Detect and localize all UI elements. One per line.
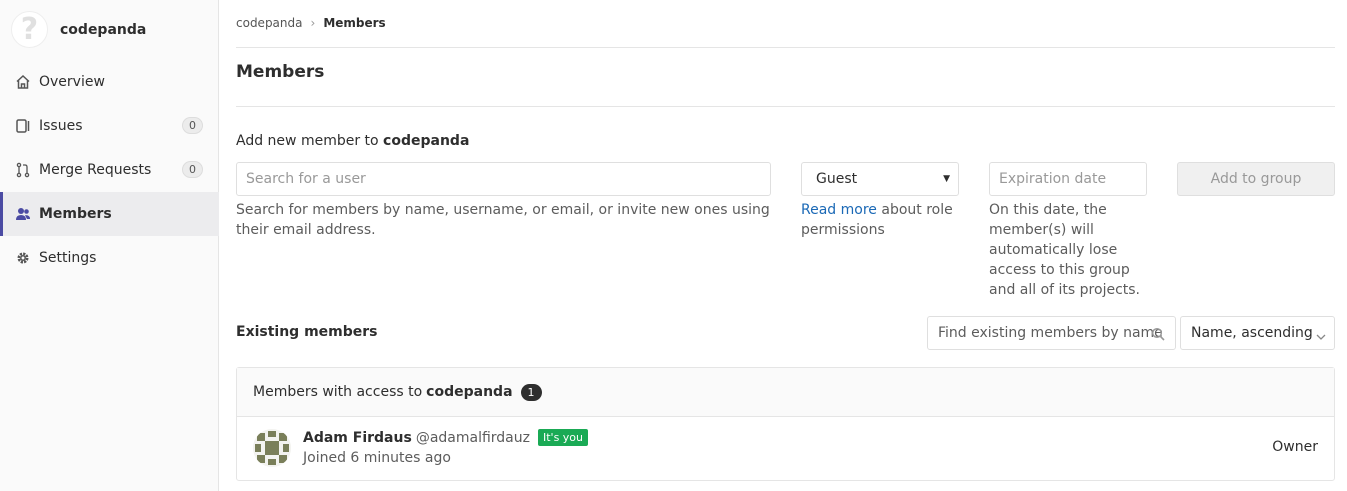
sidebar: ? codepanda Overview Issues 0 Merge Requ…	[0, 0, 219, 491]
avatar[interactable]	[253, 429, 291, 467]
existing-members-search-placeholder: Find existing members by name	[938, 325, 1163, 341]
member-username: @adamalfirdauz	[415, 429, 530, 446]
sidebar-item-members[interactable]: Members	[0, 192, 219, 236]
breadcrumb: codepanda › Members	[236, 16, 386, 30]
member-row: Adam Firdaus @adamalfirdauz It's you Joi…	[237, 417, 1334, 480]
sort-select[interactable]: Name, ascending	[1180, 316, 1335, 350]
breadcrumb-group-link[interactable]: codepanda	[236, 16, 303, 30]
members-panel-prefix: Members with access to	[253, 384, 423, 400]
member-name-line: Adam Firdaus @adamalfirdauz It's you	[303, 429, 589, 446]
sidebar-item-issues[interactable]: Issues 0	[0, 104, 219, 148]
group-header[interactable]: ? codepanda	[11, 11, 146, 48]
add-member-heading-group: codepanda	[383, 133, 470, 149]
add-member-heading-prefix: Add new member to	[236, 133, 379, 149]
add-member-heading: Add new member to codepanda	[236, 133, 469, 149]
its-you-badge: It's you	[537, 429, 589, 446]
divider	[236, 47, 1335, 48]
issues-count-badge: 0	[182, 117, 203, 134]
sidebar-item-label: Settings	[39, 250, 97, 266]
sidebar-item-label: Merge Requests	[39, 162, 152, 178]
merge-request-icon	[15, 162, 31, 178]
sidebar-item-label: Issues	[39, 118, 83, 134]
user-search-help: Search for members by name, username, or…	[236, 202, 770, 238]
gear-icon	[15, 250, 31, 266]
member-name[interactable]: Adam Firdaus	[303, 430, 412, 446]
home-icon	[15, 74, 31, 90]
sidebar-item-label: Members	[39, 206, 112, 222]
sidebar-item-overview[interactable]: Overview	[0, 60, 219, 104]
role-help: Read more about role permissions	[801, 200, 961, 240]
members-panel-group: codepanda	[426, 384, 513, 400]
group-avatar: ?	[11, 11, 48, 48]
merge-requests-count-badge: 0	[182, 161, 203, 178]
read-more-link[interactable]: Read more	[801, 202, 877, 218]
expiration-help: On this date, the member(s) will automat…	[989, 202, 1140, 298]
group-name[interactable]: codepanda	[60, 22, 146, 38]
user-search-input[interactable]: Search for a user	[236, 162, 771, 196]
chevron-right-icon: ›	[310, 16, 316, 30]
divider	[236, 106, 1335, 107]
expiration-date-input[interactable]: Expiration date	[989, 162, 1147, 196]
member-joined: Joined 6 minutes ago	[303, 450, 451, 466]
role-select-value: Guest	[816, 171, 858, 187]
issues-icon	[15, 118, 31, 134]
chevron-down-icon	[1316, 329, 1326, 345]
role-select[interactable]: Guest ▼	[801, 162, 959, 196]
member-role: Owner	[1272, 439, 1318, 455]
page-title: Members	[236, 62, 325, 82]
sidebar-item-settings[interactable]: Settings	[0, 236, 219, 280]
members-panel-header: Members with access to codepanda 1	[237, 368, 1334, 417]
members-count-badge: 1	[520, 383, 542, 401]
existing-members-search-input[interactable]: Find existing members by name	[927, 316, 1176, 350]
add-to-group-button[interactable]: Add to group	[1177, 162, 1335, 196]
breadcrumb-current[interactable]: Members	[323, 16, 385, 30]
sidebar-item-label: Overview	[39, 74, 105, 90]
search-icon	[1151, 327, 1165, 345]
sidebar-item-merge-requests[interactable]: Merge Requests 0	[0, 148, 219, 192]
sort-select-value: Name, ascending	[1191, 325, 1313, 341]
users-icon	[15, 206, 31, 222]
caret-down-icon: ▼	[943, 174, 950, 184]
existing-members-title: Existing members	[236, 324, 378, 340]
members-panel: Members with access to codepanda 1 Adam …	[236, 367, 1335, 481]
